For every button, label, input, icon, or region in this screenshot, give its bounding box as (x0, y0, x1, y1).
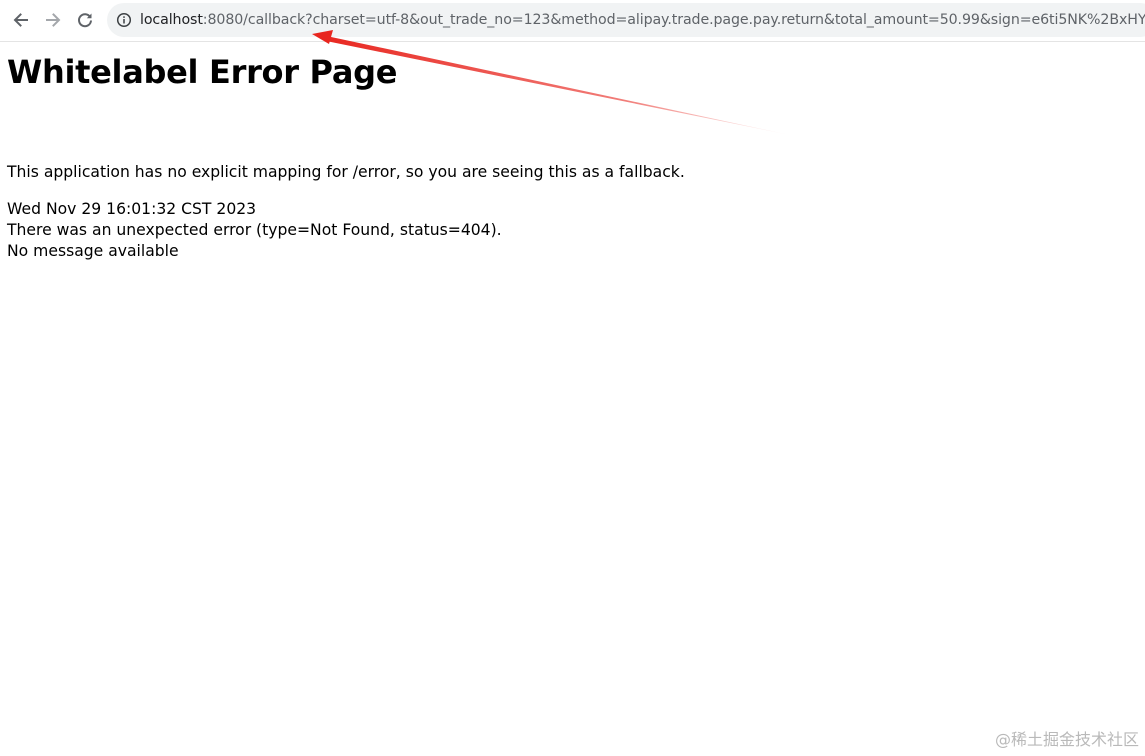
error-type-status: There was an unexpected error (type=Not … (7, 221, 502, 239)
annotation-arrow (312, 30, 790, 135)
error-details: Wed Nov 29 16:01:32 CST 2023 There was a… (7, 199, 502, 262)
reload-button[interactable] (71, 6, 99, 34)
arrow-right-icon (46, 13, 61, 27)
url-host: localhost (140, 12, 203, 28)
error-timestamp: Wed Nov 29 16:01:32 CST 2023 (7, 200, 257, 218)
error-message: No message available (7, 242, 179, 260)
page-title: Whitelabel Error Page (7, 53, 398, 91)
address-bar[interactable]: localhost:8080/callback?charset=utf-8&ou… (107, 3, 1145, 37)
page-content: Whitelabel Error Page This application h… (7, 48, 1127, 260)
arrow-left-icon (13, 13, 28, 27)
url-text[interactable]: localhost:8080/callback?charset=utf-8&ou… (140, 11, 1145, 29)
watermark: @稀土掘金技术社区 (994, 730, 1139, 749)
reload-icon (78, 13, 92, 28)
browser-toolbar: localhost:8080/callback?charset=utf-8&ou… (0, 0, 1145, 42)
info-circle-icon[interactable] (116, 12, 132, 28)
back-button[interactable] (7, 6, 35, 34)
error-description: This application has no explicit mapping… (7, 163, 685, 181)
url-path: :8080/callback?charset=utf-8&out_trade_n… (202, 12, 1145, 28)
forward-button[interactable] (39, 6, 67, 34)
